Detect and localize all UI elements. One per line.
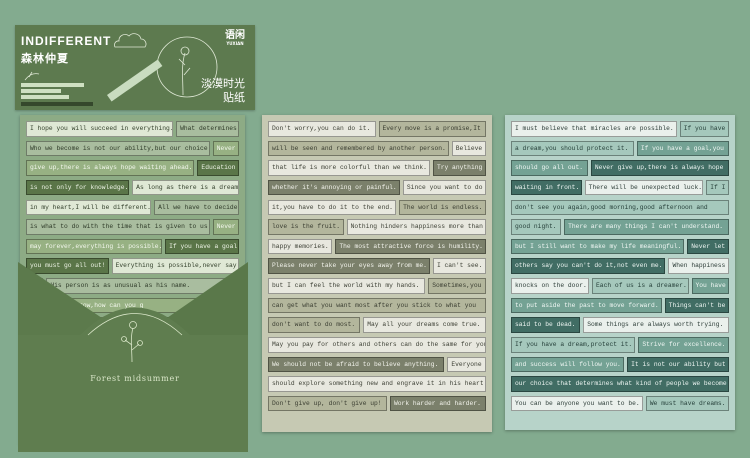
envelope: Forest midsummer bbox=[18, 262, 248, 452]
envelope-label: Forest midsummer bbox=[90, 374, 179, 383]
